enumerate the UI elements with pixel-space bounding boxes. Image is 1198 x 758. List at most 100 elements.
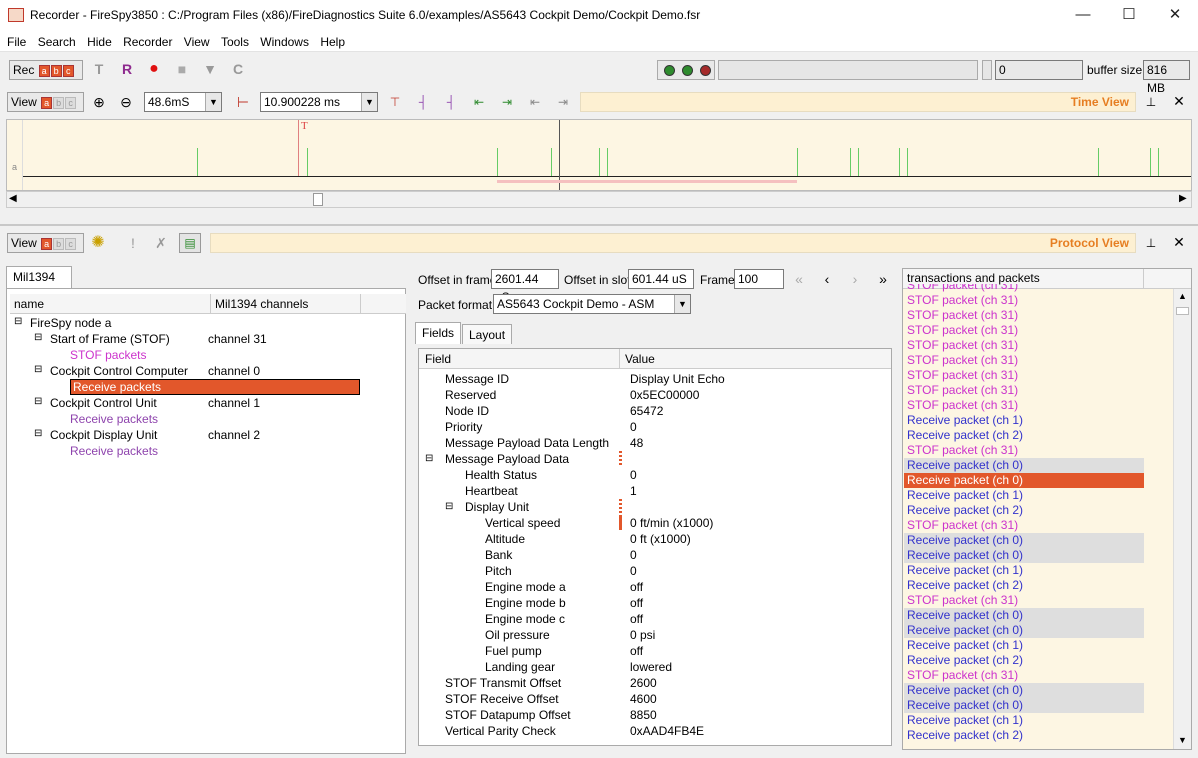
field-row[interactable]: ⊟ Display Unit: [419, 499, 891, 515]
transaction-item[interactable]: STOF packet (ch 31): [904, 668, 1144, 683]
field-row[interactable]: Engine mode a off: [419, 579, 891, 595]
tree-item[interactable]: Receive packets: [10, 379, 406, 395]
protocol-b-toggle[interactable]: b: [53, 237, 65, 250]
col-field[interactable]: Field: [425, 352, 451, 366]
splitter[interactable]: [0, 224, 1198, 226]
field-row[interactable]: Engine mode b off: [419, 595, 891, 611]
tab-fields[interactable]: Fields: [415, 322, 462, 344]
time-view-canvas[interactable]: a T: [6, 119, 1192, 191]
menu-tools[interactable]: Tools: [217, 32, 253, 49]
tab-mil1394[interactable]: Mil1394: [6, 266, 72, 288]
protocol-c-toggle[interactable]: c: [65, 237, 77, 250]
marker-r-icon[interactable]: ┤: [414, 94, 432, 110]
transaction-item[interactable]: Receive packet (ch 0): [904, 608, 1144, 623]
field-row[interactable]: Node ID 65472: [419, 403, 891, 419]
field-row[interactable]: Vertical speed 0 ft/min (x1000): [419, 515, 891, 531]
rec-c-toggle[interactable]: c: [62, 64, 74, 77]
transaction-item[interactable]: STOF packet (ch 31): [904, 443, 1144, 458]
tree-item[interactable]: ⊟ Start of Frame (STOF) channel 31: [10, 331, 406, 347]
field-row[interactable]: Reserved 0x5EC00000: [419, 387, 891, 403]
transaction-item[interactable]: STOF packet (ch 31): [904, 338, 1144, 353]
menu-file[interactable]: File: [0, 32, 30, 49]
protocol-a-toggle[interactable]: a: [41, 237, 53, 250]
collapse-icon[interactable]: ⊟: [445, 499, 453, 515]
transaction-item[interactable]: Receive packet (ch 0): [904, 473, 1144, 488]
field-row[interactable]: STOF Receive Offset 4600: [419, 691, 891, 707]
tab-layout[interactable]: Layout: [462, 324, 513, 344]
transaction-item[interactable]: STOF packet (ch 31): [904, 308, 1144, 323]
transaction-item[interactable]: Receive packet (ch 1): [904, 413, 1144, 428]
scroll-thumb[interactable]: [1176, 307, 1189, 315]
collapse-icon[interactable]: ⊟: [14, 316, 22, 327]
transaction-item[interactable]: Receive packet (ch 2): [904, 428, 1144, 443]
tree-item[interactable]: Receive packets: [10, 411, 406, 427]
transaction-item[interactable]: STOF packet (ch 31): [904, 383, 1144, 398]
tree-item[interactable]: Receive packets: [10, 443, 406, 459]
tree-item[interactable]: ⊟ Cockpit Control Computer channel 0: [10, 363, 406, 379]
tree-item[interactable]: STOF packets: [10, 347, 406, 363]
transaction-item[interactable]: Receive packet (ch 2): [904, 578, 1144, 593]
time-view-scrollbar[interactable]: ◀ ▶: [6, 191, 1192, 208]
scroll-thumb[interactable]: [313, 193, 323, 206]
field-row[interactable]: Priority 0: [419, 419, 891, 435]
time-c-toggle[interactable]: c: [65, 96, 77, 109]
collapse-icon[interactable]: ⊟: [425, 451, 433, 467]
record-icon[interactable]: ●: [145, 61, 163, 77]
packet-format-select[interactable]: AS5643 Cockpit Demo - ASM Messa ▼: [493, 294, 691, 314]
col-name[interactable]: name: [14, 297, 44, 311]
settings-gear-icon[interactable]: ✺: [89, 235, 107, 251]
transaction-item[interactable]: STOF packet (ch 31): [904, 368, 1144, 383]
collapse-icon[interactable]: ⊟: [34, 396, 42, 407]
transaction-item[interactable]: Receive packet (ch 0): [904, 458, 1144, 473]
minimize-button[interactable]: —: [1060, 0, 1106, 30]
transaction-item[interactable]: Receive packet (ch 2): [904, 653, 1144, 668]
next-marker-icon[interactable]: ⇥: [554, 94, 572, 110]
field-row[interactable]: Pitch 0: [419, 563, 891, 579]
transaction-item[interactable]: Receive packet (ch 1): [904, 563, 1144, 578]
tree-item[interactable]: ⊟ FireSpy node a: [10, 315, 406, 331]
trigger-t-button[interactable]: T: [90, 61, 108, 77]
field-row[interactable]: Engine mode c off: [419, 611, 891, 627]
transaction-item[interactable]: Receive packet (ch 0): [904, 698, 1144, 713]
field-row[interactable]: Oil pressure 0 psi: [419, 627, 891, 643]
clear-c-button[interactable]: C: [229, 61, 247, 77]
menu-help[interactable]: Help: [316, 32, 349, 49]
scroll-right-icon[interactable]: ▶: [1179, 193, 1187, 204]
transactions-scrollbar[interactable]: ▲ ▼: [1173, 289, 1191, 749]
close-button[interactable]: ✕: [1152, 0, 1198, 30]
zoom-out-icon[interactable]: ⊖: [117, 94, 135, 110]
last-frame-icon[interactable]: »: [874, 271, 892, 287]
trigger-marker-icon[interactable]: ⊤: [386, 94, 404, 110]
field-row[interactable]: Message Payload Data Length 48: [419, 435, 891, 451]
offset-frame-field[interactable]: 2601.44 uS: [491, 269, 559, 304]
tree-item[interactable]: ⊟ Cockpit Control Unit channel 1: [10, 395, 406, 411]
transaction-item[interactable]: Receive packet (ch 1): [904, 488, 1144, 503]
field-row[interactable]: Fuel pump off: [419, 643, 891, 659]
collapse-icon[interactable]: ⊟: [34, 332, 42, 343]
offset-slot-field[interactable]: 601.44 uS: [628, 269, 694, 289]
time-b-toggle[interactable]: b: [53, 96, 65, 109]
marker-r2-icon[interactable]: ┤: [442, 94, 460, 110]
filter-icon[interactable]: !: [124, 235, 142, 251]
transaction-item[interactable]: Receive packet (ch 0): [904, 548, 1144, 563]
scroll-up-icon[interactable]: ▲: [1178, 291, 1187, 301]
prev-event-icon[interactable]: ⇤: [470, 94, 488, 110]
pin-icon[interactable]: ⊥: [1142, 235, 1160, 251]
menu-search[interactable]: Search: [34, 32, 80, 49]
collapse-icon[interactable]: ⊟: [34, 364, 42, 375]
next-event-icon[interactable]: ⇥: [498, 94, 516, 110]
transactions-title[interactable]: transactions and packets: [907, 271, 1040, 285]
field-row[interactable]: Altitude 0 ft (x1000): [419, 531, 891, 547]
transaction-item[interactable]: STOF packet (ch 31): [904, 518, 1144, 533]
close-icon[interactable]: ✕: [1170, 93, 1188, 109]
field-row[interactable]: Landing gear lowered: [419, 659, 891, 675]
record-r-button[interactable]: R: [118, 61, 136, 77]
prev-marker-icon[interactable]: ⇤: [526, 94, 544, 110]
field-row[interactable]: ⊟ Message Payload Data: [419, 451, 891, 467]
close-icon[interactable]: ✕: [1170, 234, 1188, 250]
maximize-button[interactable]: ☐: [1106, 0, 1152, 30]
time-select[interactable]: 10.900228 ms ▼: [260, 92, 378, 112]
time-range-icon[interactable]: ⊢: [234, 94, 252, 110]
clear-filter-icon[interactable]: ✗: [152, 235, 170, 251]
field-row[interactable]: Message ID Display Unit Echo: [419, 371, 891, 387]
